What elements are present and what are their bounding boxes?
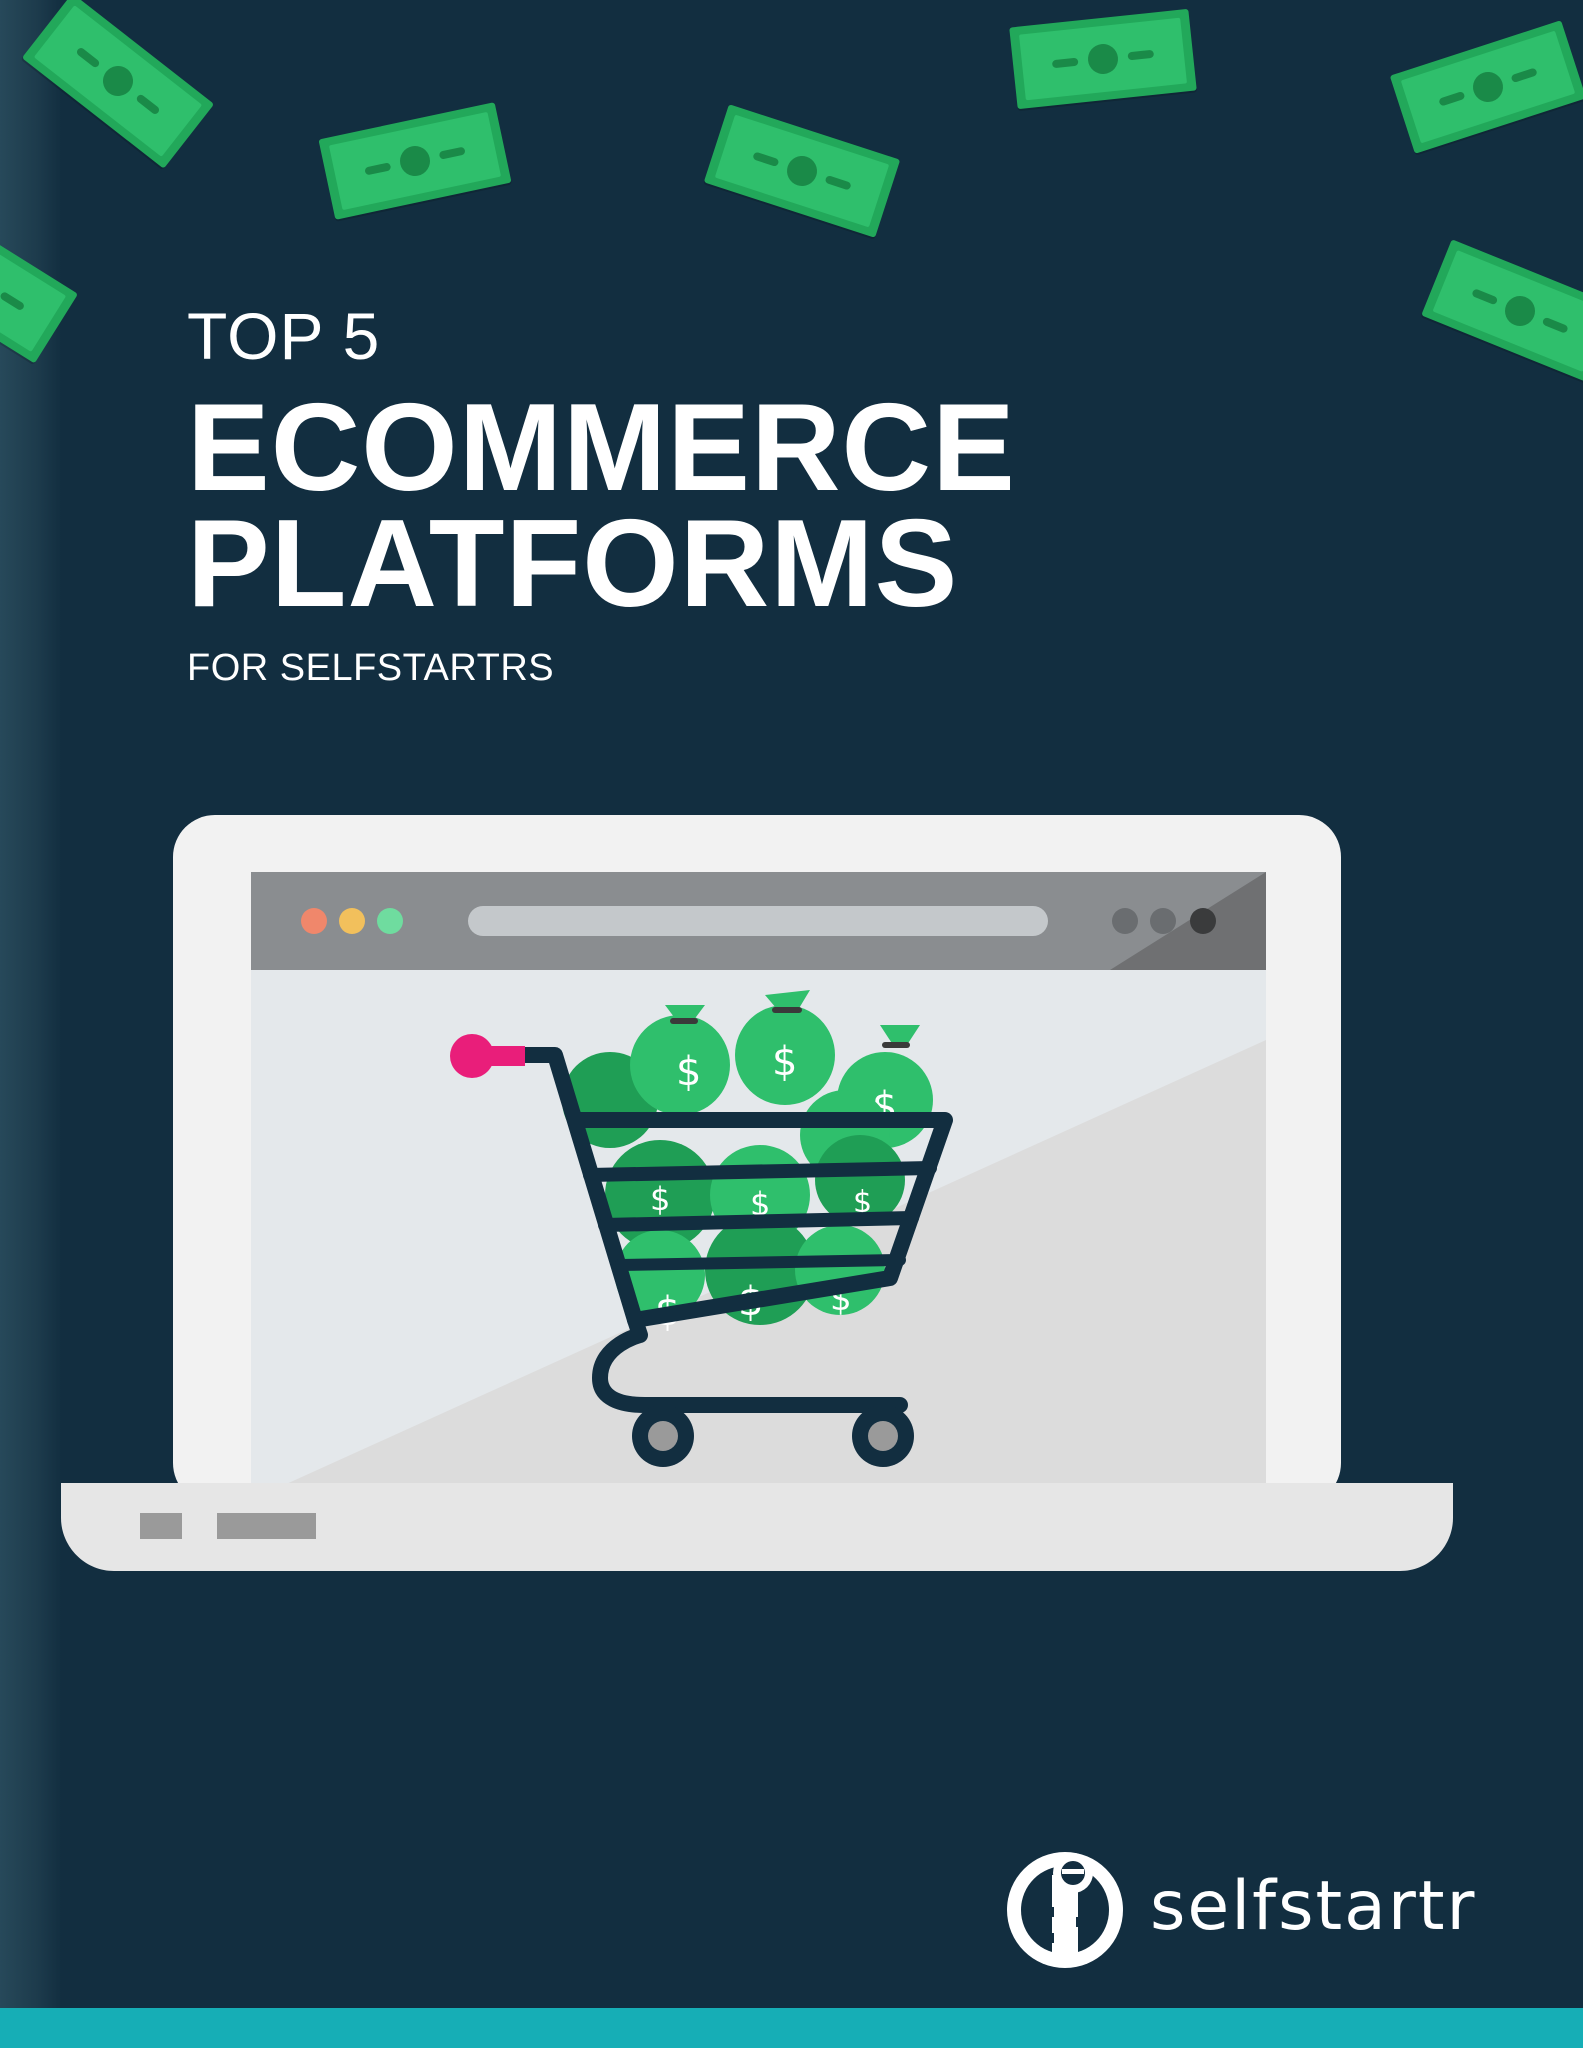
svg-text:$: $ xyxy=(772,1039,797,1085)
address-bar xyxy=(468,906,1048,936)
svg-text:$: $ xyxy=(650,1180,670,1218)
title-line-2: PLATFORMS xyxy=(187,495,959,633)
key-in-circle-logo xyxy=(1007,1852,1123,1968)
title-block: TOP 5 ECOMMERCE PLATFORMS FOR SELFSTARTR… xyxy=(187,300,1187,690)
browser-maximize-dot xyxy=(377,908,403,934)
cart-handle-grip xyxy=(450,1034,494,1078)
banknote-icon xyxy=(1389,20,1583,154)
laptop-port xyxy=(217,1513,316,1539)
banknote-icon xyxy=(318,102,512,220)
eyebrow-text: TOP 5 xyxy=(187,299,381,373)
brand-wordmark: selfstartr xyxy=(1150,1867,1477,1946)
banknote-icon xyxy=(1421,239,1583,383)
laptop-icon: $ $ $ $ $ $ $ $ $ xyxy=(61,815,1453,1571)
selfstartr-logo: selfstartr xyxy=(1000,1845,1500,1975)
ebook-cover: TOP 5 ECOMMERCE PLATFORMS FOR SELFSTARTR… xyxy=(0,0,1583,2048)
browser-menu-dot xyxy=(1190,908,1216,934)
banknote-icon xyxy=(703,104,901,238)
browser-close-dot xyxy=(301,908,327,934)
dollar-sign: $ xyxy=(676,1049,701,1095)
subtitle: FOR SELFSTARTRS xyxy=(187,647,555,689)
banknote-icon xyxy=(1009,8,1197,110)
browser-menu-dot xyxy=(1112,908,1138,934)
bottom-accent-bar xyxy=(0,2008,1583,2048)
browser-menu-dot xyxy=(1150,908,1176,934)
laptop-status-light xyxy=(140,1513,182,1539)
browser-minimize-dot xyxy=(339,908,365,934)
title-line-1: ECOMMERCE xyxy=(187,379,1016,517)
